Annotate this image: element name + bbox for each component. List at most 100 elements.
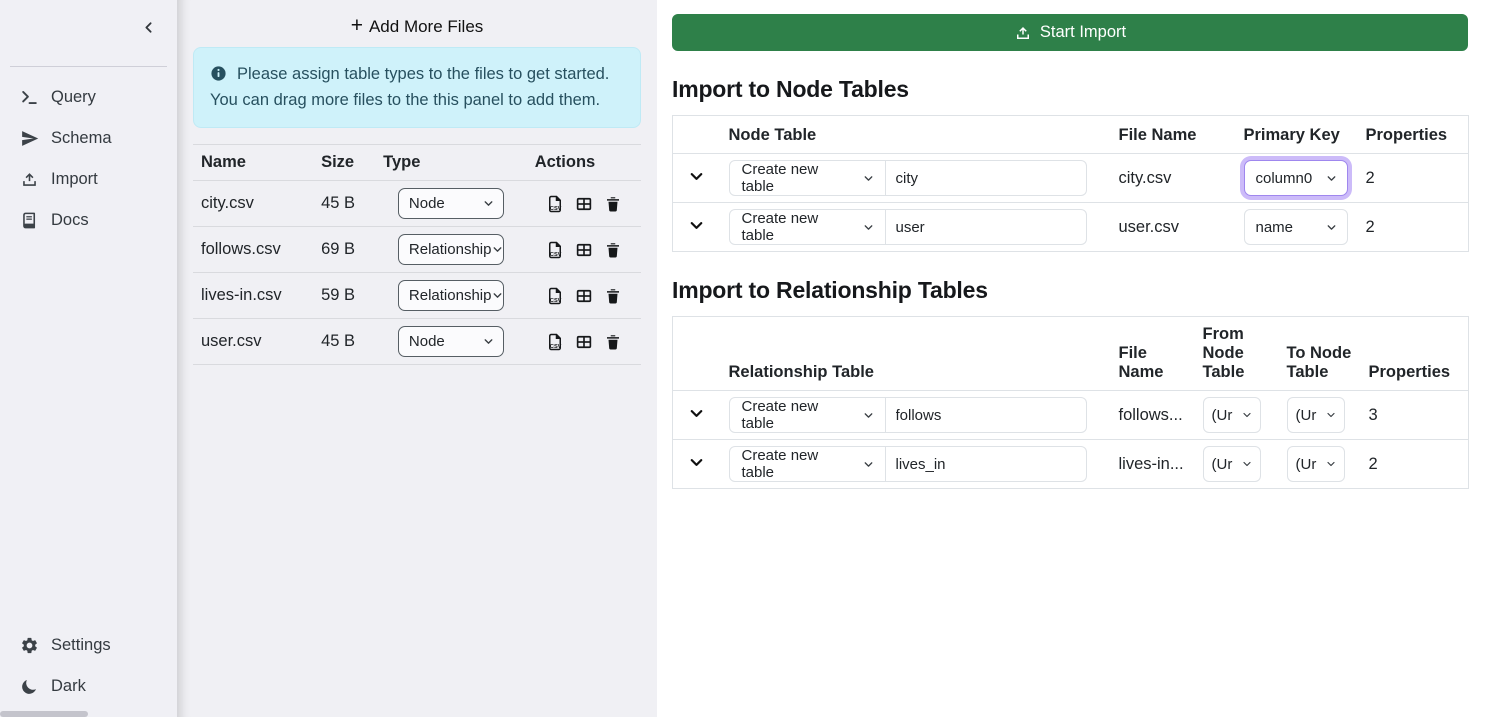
view-csv-icon[interactable]: CSV [546,333,564,351]
table-name-input[interactable] [886,397,1087,433]
collapse-sidebar-button[interactable] [140,19,157,36]
book-icon [20,211,39,230]
from-node-col: From Node Table [1195,317,1279,391]
files-table: Name Size Type Actions city.csv 45 B Nod… [193,144,641,365]
file-name-cell: city.csv [1111,154,1236,203]
properties-count: 2 [1358,203,1469,252]
file-size: 45 B [313,319,375,365]
to-node-select[interactable]: (Ur [1287,397,1345,433]
to-node-col: To Node Table [1279,317,1361,391]
sidebar-item-docs[interactable]: Docs [0,200,177,241]
file-type-value: Relationship [409,287,492,304]
delete-file-icon[interactable] [604,241,622,259]
file-name-cell: follows... [1111,391,1195,440]
primary-key-col: Primary Key [1236,116,1358,154]
sidebar-item-label: Docs [51,211,89,230]
gear-icon [20,636,39,655]
sidebar-item-schema[interactable]: Schema [0,118,177,159]
table-mode-value: Create new table [742,447,854,481]
svg-text:CSV: CSV [550,252,562,258]
file-type-select[interactable]: Node [398,188,504,219]
node-table-col: Node Table [721,116,1111,154]
sidebar-divider [10,66,167,67]
svg-text:CSV: CSV [550,298,562,304]
file-size: 45 B [313,181,375,227]
preview-table-icon[interactable] [575,241,593,259]
chevron-down-icon [687,404,706,423]
node-import-table: Node Table File Name Primary Key Propert… [672,115,1469,252]
file-type-select[interactable]: Relationship [398,280,504,311]
preview-table-icon[interactable] [575,195,593,213]
expand-row-button[interactable] [685,214,708,237]
delete-file-icon[interactable] [604,333,622,351]
files-panel: + Add More Files Please assign table typ… [177,0,657,717]
terminal-icon [20,88,39,107]
add-more-files-button[interactable]: + Add More Files [193,10,641,47]
file-size: 69 B [313,227,375,273]
from-node-value: (Ur [1212,407,1233,424]
primary-key-value: column0 [1256,170,1313,187]
chevron-down-icon [491,243,504,256]
table-name-input[interactable] [886,446,1087,482]
from-node-select[interactable]: (Ur [1203,397,1261,433]
chevron-left-icon [140,19,157,36]
chevron-down-icon [687,216,706,235]
files-col-name: Name [193,145,313,181]
view-csv-icon[interactable]: CSV [546,195,564,213]
chevron-down-icon [1325,172,1338,185]
expand-row-button[interactable] [685,402,708,425]
node-tables-title: Import to Node Tables [672,76,1468,103]
chevron-down-icon [491,289,504,302]
file-type-select[interactable]: Relationship [398,234,504,265]
file-type-select[interactable]: Node [398,326,504,357]
files-col-actions: Actions [527,145,641,181]
sidebar-item-settings[interactable]: Settings [0,625,177,666]
sidebar-item-label: Settings [51,636,111,655]
expand-row-button[interactable] [685,165,708,188]
file-name: lives-in.csv [193,273,313,319]
primary-key-select[interactable]: column0 [1244,160,1348,196]
chevron-down-icon [862,458,875,471]
primary-key-select[interactable]: name [1244,209,1348,245]
table-mode-value: Create new table [742,398,854,432]
sidebar-item-label: Schema [51,129,112,148]
info-icon [210,65,227,82]
preview-table-icon[interactable] [575,287,593,305]
sidebar-item-query[interactable]: Query [0,77,177,118]
view-csv-icon[interactable]: CSV [546,241,564,259]
sidebar-item-import[interactable]: Import [0,159,177,200]
delete-file-icon[interactable] [604,195,622,213]
to-node-select[interactable]: (Ur [1287,446,1345,482]
files-col-size: Size [313,145,375,181]
properties-col: Properties [1361,317,1469,391]
rel-table-col: Relationship Table [721,317,1111,391]
chevron-down-icon [1325,458,1337,470]
from-node-select[interactable]: (Ur [1203,446,1261,482]
file-name: follows.csv [193,227,313,273]
preview-table-icon[interactable] [575,333,593,351]
file-type-value: Node [409,195,445,212]
sidebar-item-dark-mode[interactable]: Dark [0,666,177,707]
expand-row-button[interactable] [685,451,708,474]
sidebar-item-label: Query [51,88,96,107]
chevron-down-icon [1241,458,1253,470]
file-type-value: Relationship [409,241,492,258]
horizontal-scrollbar[interactable] [0,711,88,717]
table-mode-select[interactable]: Create new table [729,397,886,433]
expand-col-header [673,116,721,154]
chevron-down-icon [687,453,706,472]
add-more-files-label: Add More Files [369,17,483,37]
table-mode-select[interactable]: Create new table [729,209,886,245]
rel-tables-title: Import to Relationship Tables [672,277,1468,304]
delete-file-icon[interactable] [604,287,622,305]
sidebar-item-label: Dark [51,677,86,696]
table-name-input[interactable] [886,160,1087,196]
file-row-follows: follows.csv 69 B Relationship CSV [193,227,641,273]
table-mode-select[interactable]: Create new table [729,160,886,196]
file-type-value: Node [409,333,445,350]
table-mode-select[interactable]: Create new table [729,446,886,482]
node-import-row-user: Create new table user.csv name 2 [673,203,1469,252]
table-name-input[interactable] [886,209,1087,245]
view-csv-icon[interactable]: CSV [546,287,564,305]
start-import-button[interactable]: Start Import [672,14,1468,51]
